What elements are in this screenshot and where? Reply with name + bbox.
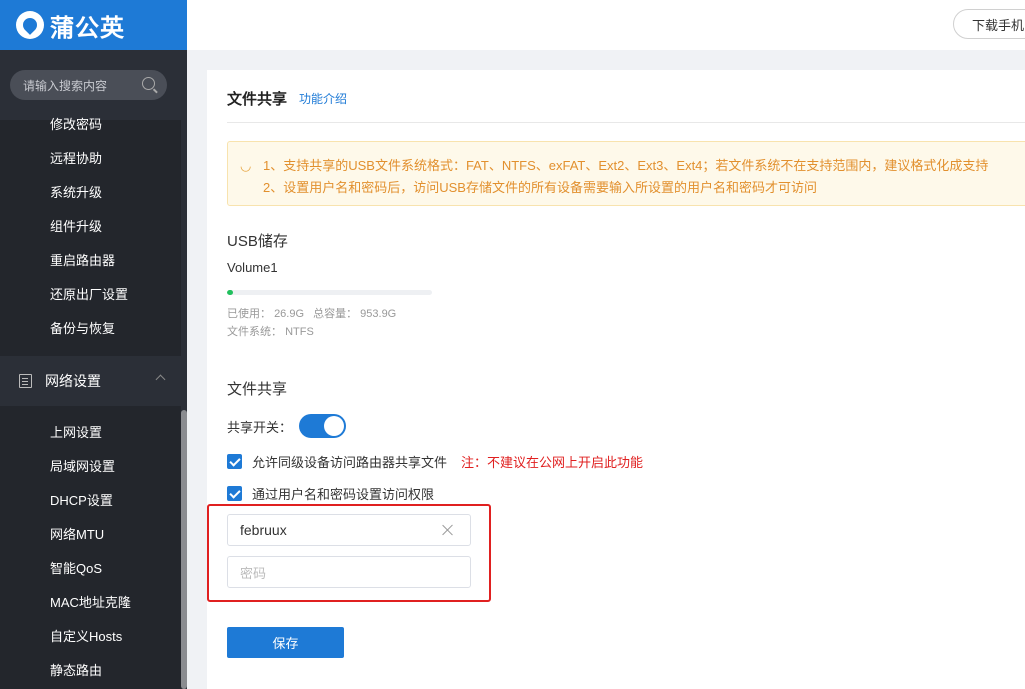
peer-access-row: 允许同级设备访问路由器共享文件 注：不建议在公网上开启此功能 [227,452,643,471]
password-input[interactable]: 密码 [227,556,471,588]
file-share-section-title: 文件共享 [227,381,288,398]
usage-stats: 已使用： 26.9G 总容量： 953.9G [227,305,396,321]
password-placeholder: 密码 [240,565,267,581]
save-button[interactable]: 保存 [227,627,344,658]
share-toggle[interactable] [299,414,346,438]
notice-box: ◡ 1、支持共享的USB文件系统格式：FAT、NTFS、exFAT、Ext2、E… [227,141,1025,206]
section-label: 网络设置 [45,373,101,389]
sidebar-item-factory-reset[interactable]: 还原出厂设置 [0,278,182,312]
document-icon [19,374,32,388]
username-value: februux [240,522,287,538]
smile-info-icon: ◡ [240,158,252,173]
sidebar-item-lan-settings[interactable]: 局域网设置 [0,450,182,484]
sidebar-item-backup-restore[interactable]: 备份与恢复 [0,312,182,346]
sidebar-item-reboot-router[interactable]: 重启路由器 [0,244,182,278]
title-divider [227,122,1025,123]
sidebar-section-network[interactable]: 网络设置 [0,356,182,406]
public-network-warning: 注：不建议在公网上开启此功能 [461,455,644,470]
clear-icon[interactable] [442,524,454,536]
system-menu-group: 修改密码 远程协助 系统升级 组件升级 重启路由器 还原出厂设置 备份与恢复 [0,117,182,360]
filesystem-stats: 文件系统： NTFS [227,323,314,339]
credential-access-checkbox[interactable] [227,486,242,501]
notice-line-1: 1、支持共享的USB文件系统格式：FAT、NTFS、exFAT、Ext2、Ext… [263,158,989,173]
credential-access-row: 通过用户名和密码设置访问权限 [227,484,434,503]
used-value: 26.9G [274,308,305,320]
filesystem-value: NTFS [285,326,314,338]
chevron-up-icon[interactable] [155,374,166,385]
filesystem-label: 文件系统： [227,326,282,338]
sidebar-item-dhcp-settings[interactable]: DHCP设置 [0,484,182,518]
credential-access-label[interactable]: 通过用户名和密码设置访问权限 [252,484,434,503]
sidebar-item-component-upgrade[interactable]: 组件升级 [0,210,182,244]
sidebar-item-network-mtu[interactable]: 网络MTU [0,518,182,552]
used-label: 已使用： [227,308,271,320]
sidebar-item-custom-hosts[interactable]: 自定义Hosts [0,620,182,654]
sidebar-item-internet-settings[interactable]: 上网设置 [0,416,182,450]
file-share-panel: 文件共享 功能介绍 ◡ 1、支持共享的USB文件系统格式：FAT、NTFS、ex… [207,70,1025,689]
total-label: 总容量： [313,308,358,320]
sidebar-item-system-upgrade[interactable]: 系统升级 [0,176,182,210]
sidebar-item-mac-clone[interactable]: MAC地址克隆 [0,586,182,620]
feature-intro-link[interactable]: 功能介绍 [299,90,347,107]
sidebar-search-input[interactable]: 请输入搜索内容 [10,70,167,100]
brand-name: 蒲公英 [50,14,125,42]
sidebar: 请输入搜索内容 修改密码 远程协助 系统升级 组件升级 重启路由器 还原出厂设置… [0,50,187,689]
network-menu-group: 上网设置 局域网设置 DHCP设置 网络MTU 智能QoS MAC地址克隆 自定… [0,406,182,689]
notice-line-2: 2、设置用户名和密码后，访问USB存储文件的所有设备需要输入所设置的用户名和密码… [263,180,817,195]
sidebar-item-smart-qos[interactable]: 智能QoS [0,552,182,586]
usage-progress-bar [227,290,432,295]
sidebar-scrollbar[interactable] [181,410,187,689]
peer-access-label[interactable]: 允许同级设备访问路由器共享文件 [252,452,447,471]
toggle-knob [324,416,344,436]
peer-access-checkbox[interactable] [227,454,242,469]
sidebar-item-remote-assist[interactable]: 远程协助 [0,142,182,176]
dandelion-logo-icon [16,11,44,39]
top-header: 蒲公英 下载手机 [0,0,1025,50]
volume-name: Volume1 [227,260,278,275]
brand-logo-area[interactable]: 蒲公英 [0,0,187,50]
download-app-button[interactable]: 下载手机 [953,9,1025,39]
sidebar-item-change-password[interactable]: 修改密码 [0,108,182,142]
page-title: 文件共享 [227,91,288,108]
total-value: 953.9G [360,308,397,320]
sidebar-item-static-route[interactable]: 静态路由 [0,654,182,688]
usage-progress-fill [227,290,233,295]
search-placeholder: 请输入搜索内容 [23,78,108,93]
usb-storage-title: USB储存 [227,233,288,250]
username-input[interactable]: februux [227,514,471,546]
share-switch-label: 共享开关： [227,420,293,435]
search-icon[interactable] [142,77,155,90]
